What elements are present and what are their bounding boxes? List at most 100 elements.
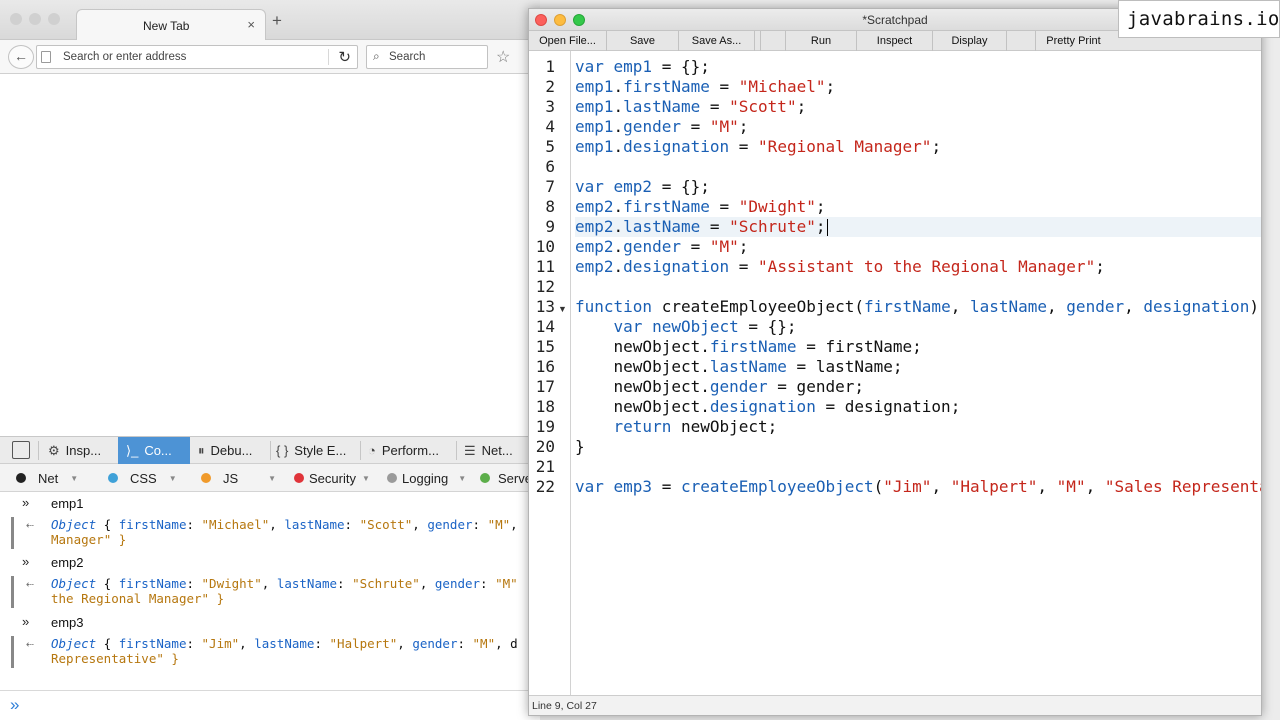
minimize-window-button[interactable]: [29, 13, 41, 25]
identifier-token: designation: [623, 137, 730, 156]
filter-label: Serve: [498, 470, 532, 486]
code-token: newObject;: [680, 417, 778, 436]
tab-style-editor[interactable]: { } Style E...: [270, 437, 360, 464]
code-token: .: [613, 217, 624, 236]
address-input[interactable]: Search or enter address: [63, 51, 186, 63]
identifier-token: gender: [623, 237, 681, 256]
line-number: 19: [535, 417, 555, 436]
keyword-token: function: [575, 297, 662, 316]
string-value: " }: [201, 591, 225, 606]
punctuation: :: [186, 636, 202, 651]
string-token: "Schrute": [729, 217, 816, 236]
tab-inspector[interactable]: ⚙ Insp...: [40, 437, 118, 464]
code-line: var newObject = {};: [575, 317, 1261, 337]
save-button[interactable]: Save: [607, 31, 679, 51]
code-token: .: [613, 97, 624, 116]
filter-css[interactable]: CSS ▼: [108, 464, 177, 492]
back-button[interactable]: ←: [8, 45, 34, 69]
tab-new-tab[interactable]: New Tab ×: [76, 9, 266, 41]
string-token: "Jim": [883, 477, 932, 496]
string-value: "Dwight": [201, 576, 262, 591]
code-line: return newObject;: [575, 417, 1261, 437]
speedometer-icon: ◔: [368, 443, 376, 458]
identifier-token: emp1: [575, 77, 614, 96]
tab-title: New Tab: [143, 19, 190, 33]
filter-net[interactable]: Net ▼: [16, 464, 78, 492]
new-tab-button[interactable]: +: [272, 12, 282, 29]
line-number: 14: [535, 317, 555, 336]
punctuation: Representative: [51, 651, 157, 666]
code-line: var emp1 = {};: [575, 57, 1261, 77]
tab-label: Debu...: [210, 443, 253, 458]
open-file-button[interactable]: Open File...: [529, 31, 607, 51]
punctuation: [74, 591, 82, 606]
zoom-window-button[interactable]: [48, 13, 60, 25]
code-token: ,: [1085, 477, 1105, 496]
line-number: 5: [545, 137, 555, 156]
code-token: ;: [931, 137, 942, 156]
line-number: 10: [535, 237, 555, 256]
string-value: " }: [103, 532, 127, 547]
pretty-print-button[interactable]: Pretty Print: [1035, 31, 1111, 51]
punctuation: ,: [269, 517, 285, 532]
identifier-token: emp2: [575, 197, 614, 216]
string-token: "Dwight": [738, 197, 816, 216]
object-keyword: Object: [51, 576, 97, 591]
console-result[interactable]: ⇠ Object { firstName: "Michael", lastNam…: [11, 517, 540, 549]
string-token: "Regional Manager": [758, 137, 932, 156]
filter-logging[interactable]: Logging ▼: [387, 464, 466, 492]
filter-server[interactable]: Serve: [480, 464, 532, 492]
string-value: "Schrute": [352, 576, 420, 591]
identifier-token: lastName: [969, 297, 1048, 316]
filter-label: Security: [309, 470, 356, 486]
code-token: ,: [1047, 297, 1067, 316]
console-result[interactable]: ⇠ Object { firstName: "Jim", lastName: "…: [11, 636, 540, 668]
punctuation: the: [51, 591, 74, 606]
inspect-button[interactable]: Inspect: [857, 31, 933, 51]
console-expression: emp2: [51, 555, 84, 570]
element-picker-icon[interactable]: [12, 441, 30, 459]
tab-performance[interactable]: ◔ Perform...: [360, 437, 456, 464]
code-token: .: [613, 237, 624, 256]
browser-window: New Tab × + ← Search or enter address ↻ …: [0, 0, 540, 720]
search-bar[interactable]: ⌕ Search: [366, 45, 488, 69]
close-icon[interactable]: ×: [247, 17, 255, 32]
line-number: 1: [545, 57, 555, 76]
code-token: ;: [825, 77, 836, 96]
code-editor[interactable]: var emp1 = {}; emp1.firstName = "Michael"…: [571, 51, 1261, 695]
close-window-button[interactable]: [10, 13, 22, 25]
watermark-text: javabrains.io: [1127, 8, 1280, 30]
code-line: emp1.gender = "M";: [575, 117, 1261, 137]
punctuation: ,: [495, 636, 511, 651]
save-as-button[interactable]: Save As...: [679, 31, 755, 51]
toolbar-spacer: [755, 31, 761, 51]
console-input[interactable]: »: [0, 690, 540, 720]
console-result[interactable]: ⇠ Object { firstName: "Dwight", lastName…: [11, 576, 540, 608]
tab-label: Insp...: [65, 443, 102, 458]
code-line: newObject.lastName = lastName;: [575, 357, 1261, 377]
status-dot: [387, 473, 397, 483]
reload-icon[interactable]: ↻: [338, 48, 351, 66]
tab-debugger[interactable]: ⏸ Debu...: [190, 437, 270, 464]
code-token: =: [729, 257, 759, 276]
code-line: emp1.firstName = "Michael";: [575, 77, 1261, 97]
property-key: lastName: [276, 576, 338, 591]
string-value: "Halpert": [329, 636, 398, 651]
filter-label: JS: [223, 470, 239, 486]
string-token: "Scott": [729, 97, 797, 116]
code-token: = lastName;: [786, 357, 903, 376]
fold-arrow-icon[interactable]: ▼: [558, 299, 567, 319]
filter-security[interactable]: Security ▼: [294, 464, 370, 492]
identifier-token: designation: [623, 257, 730, 276]
search-input[interactable]: Search: [389, 51, 425, 63]
filter-js[interactable]: JS ▼: [201, 464, 276, 492]
bookmark-star-icon[interactable]: ☆: [496, 47, 510, 67]
code-token: = firstName;: [796, 337, 922, 356]
code-line: emp2.firstName = "Dwight";: [575, 197, 1261, 217]
address-bar[interactable]: Search or enter address ↻: [36, 45, 358, 69]
code-token: ,: [1037, 477, 1057, 496]
tab-console[interactable]: ⟩_ Co...: [118, 437, 190, 464]
run-button[interactable]: Run: [785, 31, 857, 51]
display-button[interactable]: Display: [933, 31, 1007, 51]
